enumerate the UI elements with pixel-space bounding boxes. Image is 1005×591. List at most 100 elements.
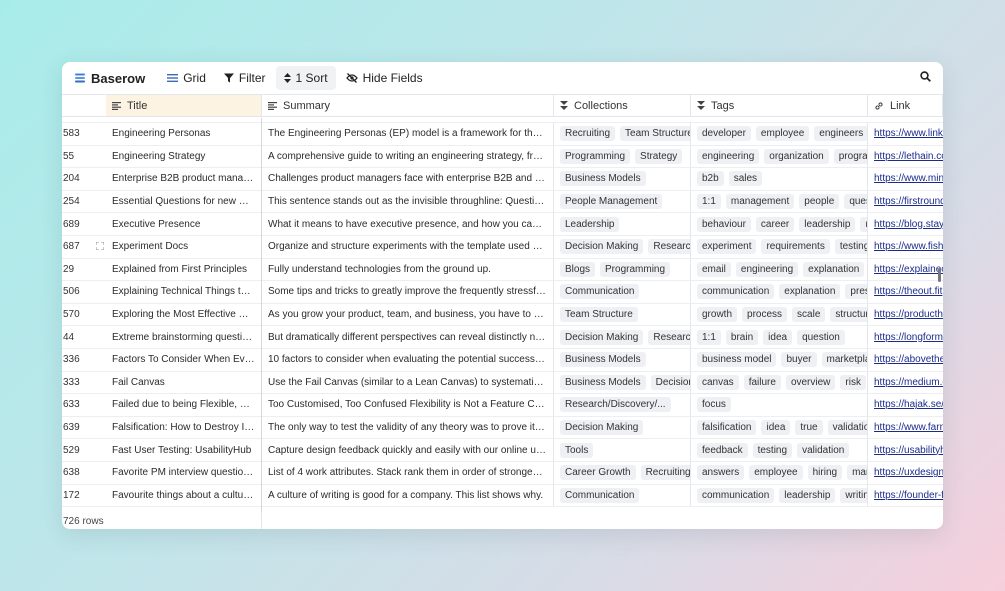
cell-link[interactable]: https://usabilityh	[868, 439, 943, 461]
cell-title[interactable]: Favourite things about a culture ...	[106, 484, 262, 507]
cell-title[interactable]: Essential Questions for new Ma...	[106, 190, 262, 213]
sort-button[interactable]: 1 Sort	[275, 66, 336, 90]
cell-summary[interactable]: As you grow your product, team, and busi…	[262, 303, 554, 326]
cell-tags[interactable]: falsificationideatruevalidation	[691, 416, 868, 439]
cell-link[interactable]: https://lethain.co	[868, 146, 943, 168]
cell-link[interactable]: https://founder-f	[868, 485, 943, 507]
cell-summary[interactable]: Fully understand technologies from the g…	[262, 258, 554, 281]
cell-title[interactable]: Extreme brainstorming question...	[106, 326, 262, 348]
cell-title[interactable]: Explained from First Principles	[106, 258, 262, 281]
link-text[interactable]: https://blog.stays	[874, 219, 943, 230]
cell-link[interactable]: https://producth	[868, 304, 943, 326]
cell-summary[interactable]: Too Customised, Too Confused Flexibility…	[262, 394, 554, 416]
cell-tags[interactable]: developeremployeeengineershi	[691, 123, 868, 145]
link-text[interactable]: https://hajak.se/l	[874, 399, 943, 410]
cell-tags[interactable]: focus	[691, 394, 868, 416]
cell-tags[interactable]: answersemployeehiringmanag	[691, 461, 868, 484]
link-text[interactable]: https://www.farn	[874, 422, 943, 433]
link-text[interactable]: https://longform	[874, 332, 943, 343]
cell-summary[interactable]: Some tips and tricks to greatly improve …	[262, 281, 554, 303]
link-text[interactable]: https://founder-f	[874, 490, 943, 501]
cell-link[interactable]: https://firstround	[868, 191, 943, 213]
cell-tags[interactable]: 1:1 brain idea question	[691, 326, 868, 348]
cell-tags[interactable]: canvas failure overview risk	[691, 371, 868, 394]
cell-collections[interactable]: Decision MakingResearch/D	[554, 326, 691, 348]
search-button[interactable]	[920, 71, 931, 85]
cell-summary[interactable]: Challenges product managers face with en…	[262, 168, 554, 190]
link-text[interactable]: https://lethain.co	[874, 151, 943, 162]
cell-collections[interactable]: Blogs Programming	[554, 258, 691, 281]
cell-tags[interactable]: business modelbuyermarketplace	[691, 348, 868, 371]
cell-link[interactable]: https://theout.fit	[868, 281, 943, 303]
cell-tags[interactable]: emailengineeringexplanationgu	[691, 258, 868, 281]
cell-collections[interactable]: Leadership	[554, 213, 691, 235]
cell-title[interactable]: Explaining Technical Things to N...	[106, 281, 262, 303]
cell-link[interactable]: https://www.linke	[868, 123, 943, 145]
cell-title[interactable]: Favorite PM interview question f...	[106, 461, 262, 484]
cell-title[interactable]: Fail Canvas	[106, 371, 262, 394]
table-row[interactable]: 633 Failed due to being Flexible, not ..…	[62, 394, 943, 417]
cell-summary[interactable]: A culture of writing is good for a compa…	[262, 484, 554, 507]
cell-link[interactable]: https://blog.stays	[868, 213, 943, 235]
cell-link[interactable]: https://abovethe	[868, 349, 943, 371]
cell-tags[interactable]: feedback testing validation	[691, 439, 868, 461]
cell-tags[interactable]: engineeringorganizationprogramm	[691, 145, 868, 168]
table-row[interactable]: 639 Falsification: How to Destroy Inc...…	[62, 416, 943, 440]
vertical-scrollbar[interactable]	[938, 268, 941, 282]
table-row[interactable]: 204 Enterprise B2B product manage... Cha…	[62, 168, 943, 191]
cell-collections[interactable]: Tools	[554, 439, 691, 461]
cell-link[interactable]: https://www.fish	[868, 236, 943, 258]
cell-link[interactable]: https://explainec	[868, 259, 943, 281]
cell-title[interactable]: Falsification: How to Destroy Inc...	[106, 416, 262, 439]
link-text[interactable]: https://theout.fit	[874, 286, 942, 297]
cell-title[interactable]: Engineering Strategy	[106, 145, 262, 168]
link-text[interactable]: https://explainec	[874, 264, 943, 275]
cell-summary[interactable]: The Engineering Personas (EP) model is a…	[262, 123, 554, 145]
cell-summary[interactable]: This sentence stands out as the invisibl…	[262, 190, 554, 213]
cell-collections[interactable]: People Management	[554, 190, 691, 213]
link-text[interactable]: https://medium.c	[874, 377, 943, 388]
header-link[interactable]: Link	[868, 95, 943, 116]
cell-link[interactable]: https://medium.c	[868, 372, 943, 394]
cell-link[interactable]: https://hajak.se/l	[868, 394, 943, 416]
cell-title[interactable]: Executive Presence	[106, 213, 262, 235]
cell-collections[interactable]: Business ModelsDecision M	[554, 371, 691, 394]
table-row[interactable]: 570 Exploring the Most Effective Pro... …	[62, 303, 943, 327]
link-text[interactable]: https://www.min	[874, 173, 943, 184]
cell-tags[interactable]: growthprocessscalestructure	[691, 303, 868, 326]
cell-tags[interactable]: communicationleadershipwriting	[691, 484, 868, 507]
cell-title[interactable]: Factors To Consider When Evalu...	[106, 348, 262, 371]
table-row[interactable]: 583 Engineering Personas The Engineering…	[62, 123, 943, 146]
cell-tags[interactable]: 1:1managementpeoplequestion	[691, 190, 868, 213]
cell-summary[interactable]: List of 4 work attributes. Stack rank th…	[262, 461, 554, 484]
cell-tags[interactable]: communicationexplanationpresen	[691, 281, 868, 303]
table-row[interactable]: 336 Factors To Consider When Evalu... 10…	[62, 348, 943, 372]
table-row[interactable]: 529 Fast User Testing: UsabilityHub Capt…	[62, 439, 943, 462]
table-row[interactable]: 687 Experiment Docs Organize and structu…	[62, 235, 943, 259]
brand[interactable]: Baserow	[66, 66, 157, 90]
cell-link[interactable]: https://www.farn	[868, 417, 943, 439]
link-text[interactable]: https://abovethe	[874, 354, 943, 365]
cell-collections[interactable]: Communication	[554, 281, 691, 303]
table-row[interactable]: 506 Explaining Technical Things to N... …	[62, 281, 943, 304]
link-text[interactable]: https://uxdesign.	[874, 467, 943, 478]
cell-tags[interactable]: b2b sales	[691, 168, 868, 190]
cell-collections[interactable]: Recruiting Team Structure	[554, 123, 691, 145]
cell-link[interactable]: https://uxdesign.	[868, 462, 943, 484]
cell-summary[interactable]: Capture design feedback quickly and easi…	[262, 439, 554, 461]
cell-collections[interactable]: Business Models	[554, 348, 691, 371]
cell-tags[interactable]: experiment requirements testing	[691, 235, 868, 258]
link-text[interactable]: https://www.fish	[874, 241, 943, 252]
expand-row-icon[interactable]	[95, 241, 105, 253]
header-title[interactable]: Title	[106, 95, 262, 116]
cell-summary[interactable]: Use the Fail Canvas (similar to a Lean C…	[262, 371, 554, 394]
table-row[interactable]: 29 Explained from First Principles Fully…	[62, 258, 943, 282]
link-text[interactable]: https://firstround	[874, 196, 943, 207]
header-summary[interactable]: Summary	[262, 95, 554, 116]
cell-summary[interactable]: Organize and structure experiments with …	[262, 235, 554, 258]
cell-collections[interactable]: Research/Discovery/...	[554, 394, 691, 416]
header-tags[interactable]: Tags	[691, 95, 868, 116]
table-row[interactable]: 55 Engineering Strategy A comprehensive …	[62, 145, 943, 169]
link-text[interactable]: https://producth	[874, 309, 943, 320]
cell-title[interactable]: Experiment Docs	[106, 235, 262, 258]
